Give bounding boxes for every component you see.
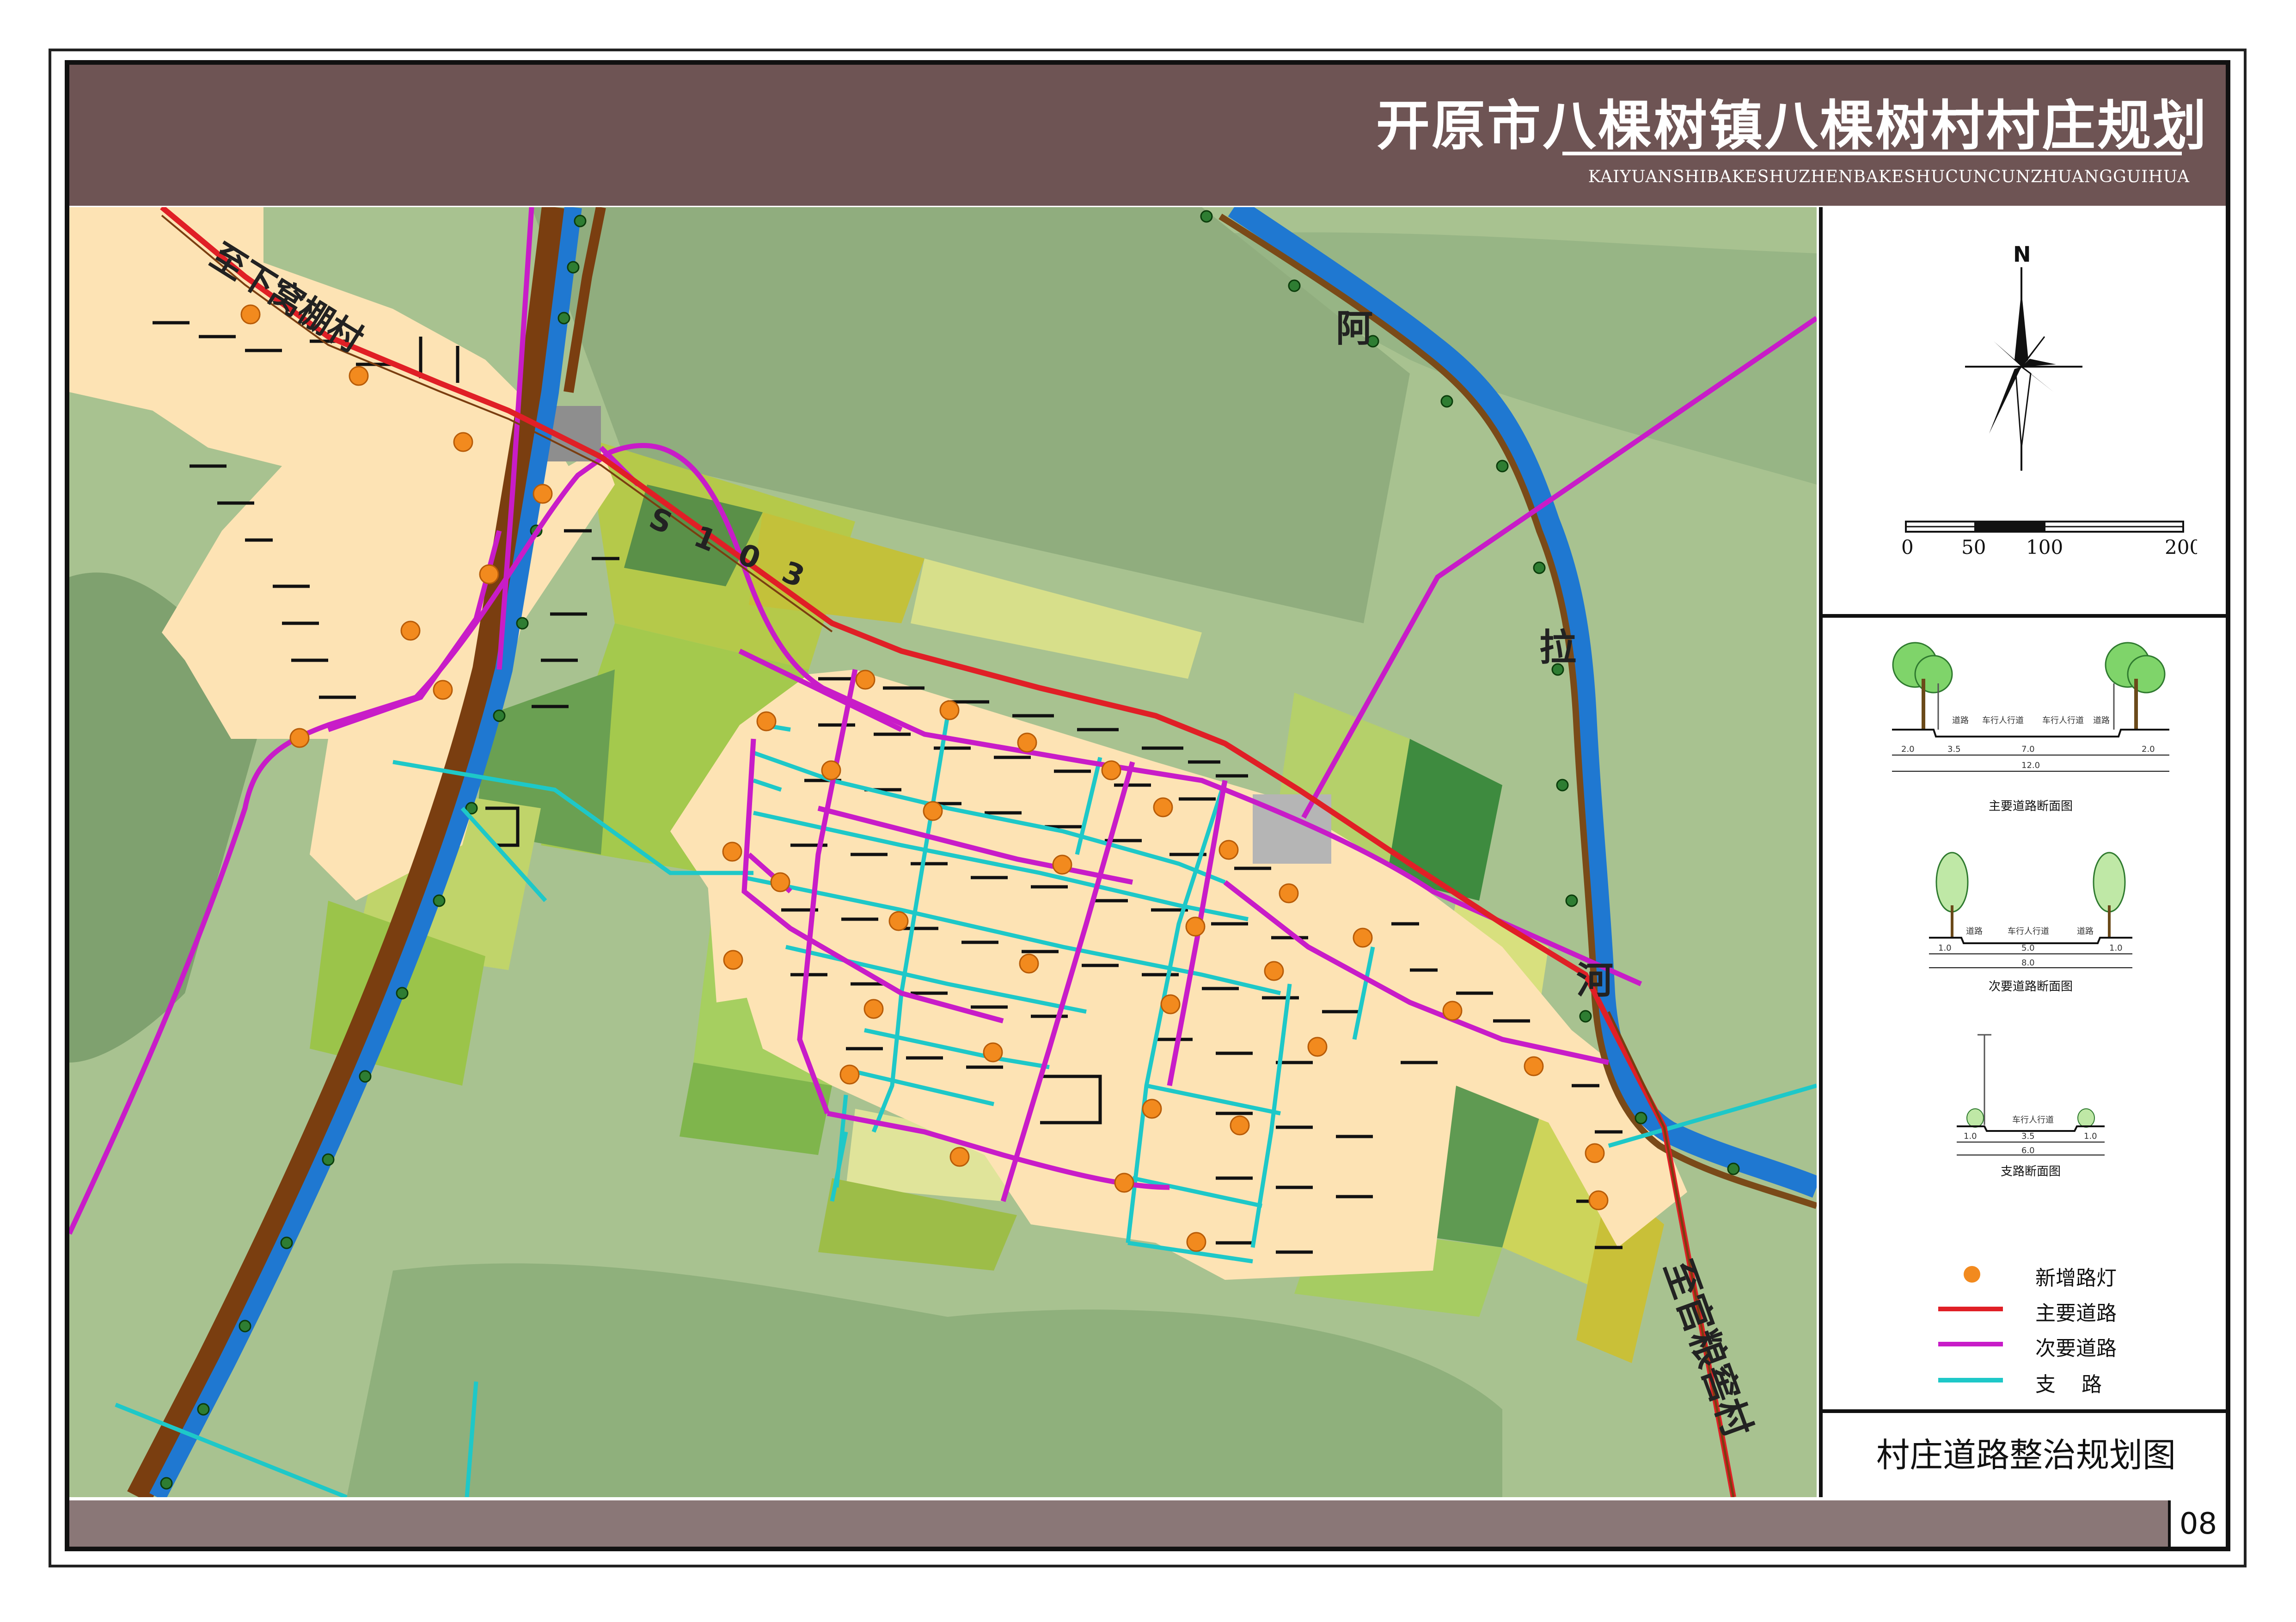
sheet-number: 08 <box>2179 1507 2217 1541</box>
svg-text:道路: 道路 <box>1952 716 1969 725</box>
section-caption-main: 主要道路断面图 <box>1988 799 2073 813</box>
svg-text:车行人行道: 车行人行道 <box>2012 1115 2054 1125</box>
svg-text:1.0: 1.0 <box>2084 1131 2097 1141</box>
tree-icon <box>1892 642 2166 730</box>
section-secondary-road: 道路 车行人行道 道路 1.0 5.0 1.0 8.0 <box>1929 852 2132 968</box>
svg-text:1.0: 1.0 <box>1938 943 1952 953</box>
svg-text:5.0: 5.0 <box>2021 943 2035 953</box>
svg-text:道路: 道路 <box>1966 927 1983 936</box>
panel-divider <box>1823 614 2229 618</box>
svg-text:车行人行道: 车行人行道 <box>1982 716 2024 725</box>
legend-label-main-road: 主要道路 <box>2035 1302 2117 1325</box>
svg-text:道路: 道路 <box>2077 927 2094 936</box>
svg-text:2.0: 2.0 <box>1901 744 1915 754</box>
svg-text:12.0: 12.0 <box>2021 761 2040 770</box>
section-caption-branch: 支路断面图 <box>2000 1165 2061 1179</box>
north-arrow-icon: N <box>1965 242 2082 471</box>
drawing-title: 村庄道路整治规划图 <box>1876 1436 2176 1475</box>
page-title: 开原市八棵树镇八棵树村村庄规划 <box>1376 95 2208 157</box>
legend-main-road-swatch <box>1938 1307 2003 1311</box>
section-main-road: 道路 车行人行道 车行人行道 道路 2.0 3.5 7.0 2.0 12.0 <box>1892 642 2169 772</box>
svg-text:1.0: 1.0 <box>1964 1131 1977 1141</box>
svg-text:1.0: 1.0 <box>2109 943 2123 953</box>
svg-text:2.0: 2.0 <box>2142 744 2155 754</box>
footer-band <box>69 1500 2168 1547</box>
map-svg: 至下窝棚村 S 1 0 3 至官粮窖村 阿 拉 河 <box>69 207 1817 1497</box>
page-subtitle: KAIYUANSHIBAKESHUZHENBAKESHUCUNCUNZHUANG… <box>1588 167 2190 186</box>
svg-text:8.0: 8.0 <box>2021 958 2035 968</box>
legend-branch-road-swatch <box>1938 1378 2003 1382</box>
label-river-la: 拉 <box>1539 626 1576 669</box>
scale-bar: 0 50 100 200 <box>1901 521 2197 559</box>
svg-text:车行人行道: 车行人行道 <box>2008 927 2049 936</box>
svg-text:6.0: 6.0 <box>2021 1146 2035 1155</box>
title-underline <box>1562 152 2182 155</box>
label-river-a: 阿 <box>1336 307 1373 350</box>
svg-text:3.5: 3.5 <box>1947 744 1961 754</box>
panel-divider-title <box>1823 1409 2229 1413</box>
scale-label-200: 200 <box>2165 536 2197 559</box>
legend-label-light: 新增路灯 <box>2035 1266 2117 1290</box>
svg-text:7.0: 7.0 <box>2021 744 2035 754</box>
side-panel: N 0 50 100 200 道路 车行人行道 车行人行道 道路 2.0 3.5… <box>1819 207 2229 1497</box>
compass-north-label: N <box>2013 242 2031 267</box>
svg-text:车行人行道: 车行人行道 <box>2042 716 2084 725</box>
section-branch-road: 车行人行道 1.0 3.5 1.0 6.0 <box>1957 1034 2105 1155</box>
legend-label-branch-road: 支 路 <box>2035 1373 2102 1396</box>
scale-label-50: 50 <box>1961 536 1986 559</box>
svg-text:道路: 道路 <box>2093 716 2110 725</box>
map-canvas[interactable]: 至下窝棚村 S 1 0 3 至官粮窖村 阿 拉 河 <box>69 207 1817 1497</box>
section-caption-secondary: 次要道路断面图 <box>1988 980 2073 994</box>
scale-label-100: 100 <box>2026 536 2063 559</box>
legend-secondary-road-swatch <box>1938 1342 2003 1346</box>
svg-text:3.5: 3.5 <box>2021 1131 2035 1141</box>
scale-label-0: 0 <box>1901 536 1914 559</box>
label-river-he: 河 <box>1576 959 1613 1002</box>
legend: 新增路灯 主要道路 次要道路 支 路 <box>1823 1257 2229 1409</box>
sheet-number-box: 08 <box>2168 1500 2226 1547</box>
legend-label-secondary-road: 次要道路 <box>2035 1337 2117 1360</box>
legend-light-icon <box>1964 1266 1980 1283</box>
